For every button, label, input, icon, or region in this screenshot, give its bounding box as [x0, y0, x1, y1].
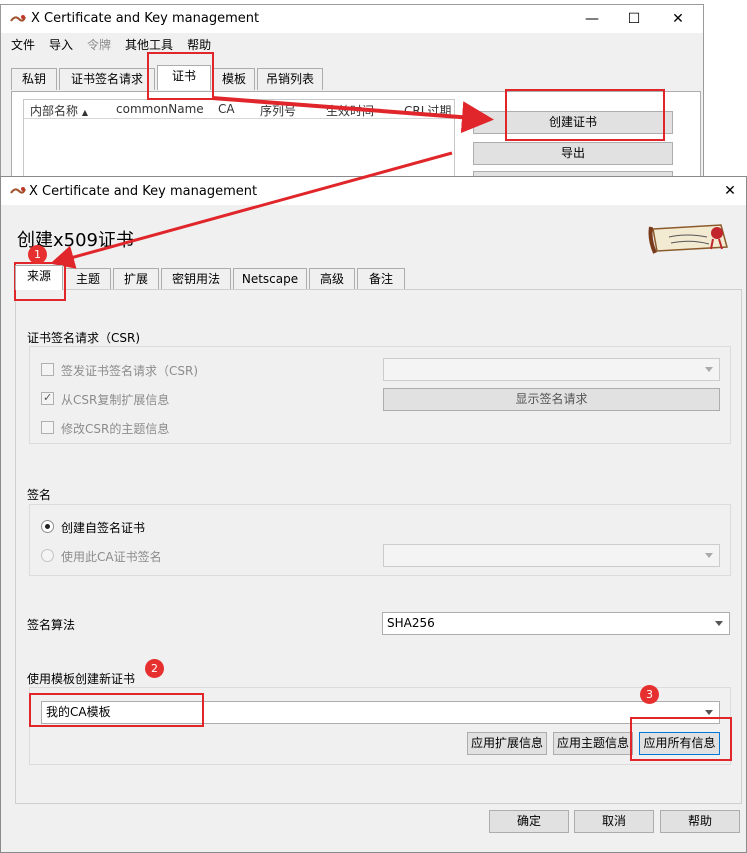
tab-source[interactable]: 来源: [15, 265, 63, 290]
chevron-down-icon: [705, 553, 713, 558]
check-icon: ✓: [43, 391, 53, 404]
dialog-tabbar: 来源 主题 扩展 密钥用法 Netscape 高级 备注: [15, 265, 735, 290]
sort-ascending-icon: ▲: [81, 108, 88, 117]
chevron-down-icon: [705, 367, 713, 372]
step-3-badge: 3: [640, 685, 659, 704]
menu-help[interactable]: 帮助: [187, 38, 211, 52]
self-signed-radio[interactable]: [41, 520, 54, 533]
sign-csr-label: 签发证书签名请求（CSR): [61, 364, 199, 378]
column-ca[interactable]: CA: [218, 102, 235, 116]
use-ca-label: 使用此CA证书签名: [61, 550, 162, 564]
highlight-create-button: [505, 89, 665, 141]
tab-key-usage[interactable]: 密钥用法: [161, 268, 231, 290]
menu-file[interactable]: 文件: [11, 38, 35, 52]
tab-netscape[interactable]: Netscape: [233, 268, 307, 290]
dialog-close-button[interactable]: ✕: [715, 178, 745, 204]
tab-advanced[interactable]: 高级: [309, 268, 355, 290]
app-icon: [10, 15, 26, 22]
tab-extensions[interactable]: 扩展: [113, 268, 159, 290]
maximize-button[interactable]: ☐: [614, 6, 654, 32]
modify-subject-label: 修改CSR的主题信息: [61, 422, 170, 436]
menu-bar: 文件 导入 令牌 其他工具 帮助: [11, 36, 611, 54]
signing-group: 创建自签名证书 使用此CA证书签名: [29, 504, 731, 576]
dialog-titlebar: X Certificate and Key management ✕: [1, 177, 746, 205]
tab-csr[interactable]: 证书签名请求: [59, 68, 155, 90]
algorithm-select[interactable]: SHA256: [382, 612, 730, 635]
copy-extensions-checkbox[interactable]: ✓: [41, 391, 54, 405]
highlight-template-value: [29, 693, 204, 727]
help-button[interactable]: 帮助: [660, 810, 740, 833]
certificate-scroll-icon: [648, 224, 728, 254]
step-1-badge: 1: [28, 245, 47, 264]
step-2-badge: 2: [145, 659, 164, 678]
highlight-apply-all: [630, 717, 732, 761]
self-signed-label: 创建自签名证书: [61, 521, 146, 535]
csr-section-title: 证书签名请求（CSR): [27, 331, 141, 345]
menu-tools[interactable]: 其他工具: [125, 38, 173, 52]
menu-import[interactable]: 导入: [49, 38, 73, 52]
tab-templates[interactable]: 模板: [213, 68, 255, 90]
ca-select[interactable]: [383, 544, 720, 567]
tab-private-keys[interactable]: 私钥: [11, 68, 57, 90]
column-not-before[interactable]: 生效时间: [326, 102, 374, 119]
main-window-title: X Certificate and Key management: [31, 11, 260, 26]
menu-token[interactable]: 令牌: [87, 38, 111, 52]
dialog-title: X Certificate and Key management: [29, 184, 258, 199]
copy-extensions-label: 从CSR复制扩展信息: [61, 393, 170, 407]
export-button[interactable]: 导出: [473, 142, 673, 165]
template-section-title: 使用模板创建新证书: [27, 672, 136, 686]
list-header: 内部名称 ▲ commonName CA 序列号 生效时间 CRL过期: [24, 100, 454, 119]
main-titlebar: X Certificate and Key management — ☐ ✕: [1, 5, 703, 33]
column-common-name[interactable]: commonName: [116, 102, 204, 116]
tab-subject[interactable]: 主题: [65, 268, 111, 290]
apply-subject-button[interactable]: 应用主题信息: [553, 732, 633, 755]
modify-subject-checkbox[interactable]: [41, 421, 54, 434]
tab-certificates[interactable]: 证书: [157, 65, 211, 90]
sign-csr-checkbox[interactable]: [41, 363, 54, 376]
apply-extensions-button[interactable]: 应用扩展信息: [467, 732, 547, 755]
show-request-button[interactable]: 显示签名请求: [383, 388, 720, 411]
column-serial[interactable]: 序列号: [260, 102, 296, 119]
column-internal-name[interactable]: 内部名称 ▲: [30, 102, 88, 119]
use-ca-radio[interactable]: [41, 549, 54, 562]
ok-button[interactable]: 确定: [489, 810, 569, 833]
app-icon: [10, 187, 26, 194]
chevron-down-icon: [715, 621, 723, 626]
tab-revocation-lists[interactable]: 吊销列表: [257, 68, 323, 90]
tab-comment[interactable]: 备注: [357, 268, 405, 290]
csr-group: 签发证书签名请求（CSR) ✓ 从CSR复制扩展信息 显示签名请求 修改CSR的…: [29, 346, 731, 444]
cancel-button[interactable]: 取消: [574, 810, 654, 833]
algorithm-value: SHA256: [387, 616, 435, 630]
algorithm-label: 签名算法: [27, 618, 76, 632]
signing-section-title: 签名: [27, 488, 52, 502]
column-crl-expiry[interactable]: CRL过期: [404, 102, 451, 119]
chevron-down-icon: [705, 710, 713, 715]
minimize-button[interactable]: —: [572, 6, 612, 32]
close-button[interactable]: ✕: [658, 6, 698, 32]
csr-select[interactable]: [383, 358, 720, 381]
